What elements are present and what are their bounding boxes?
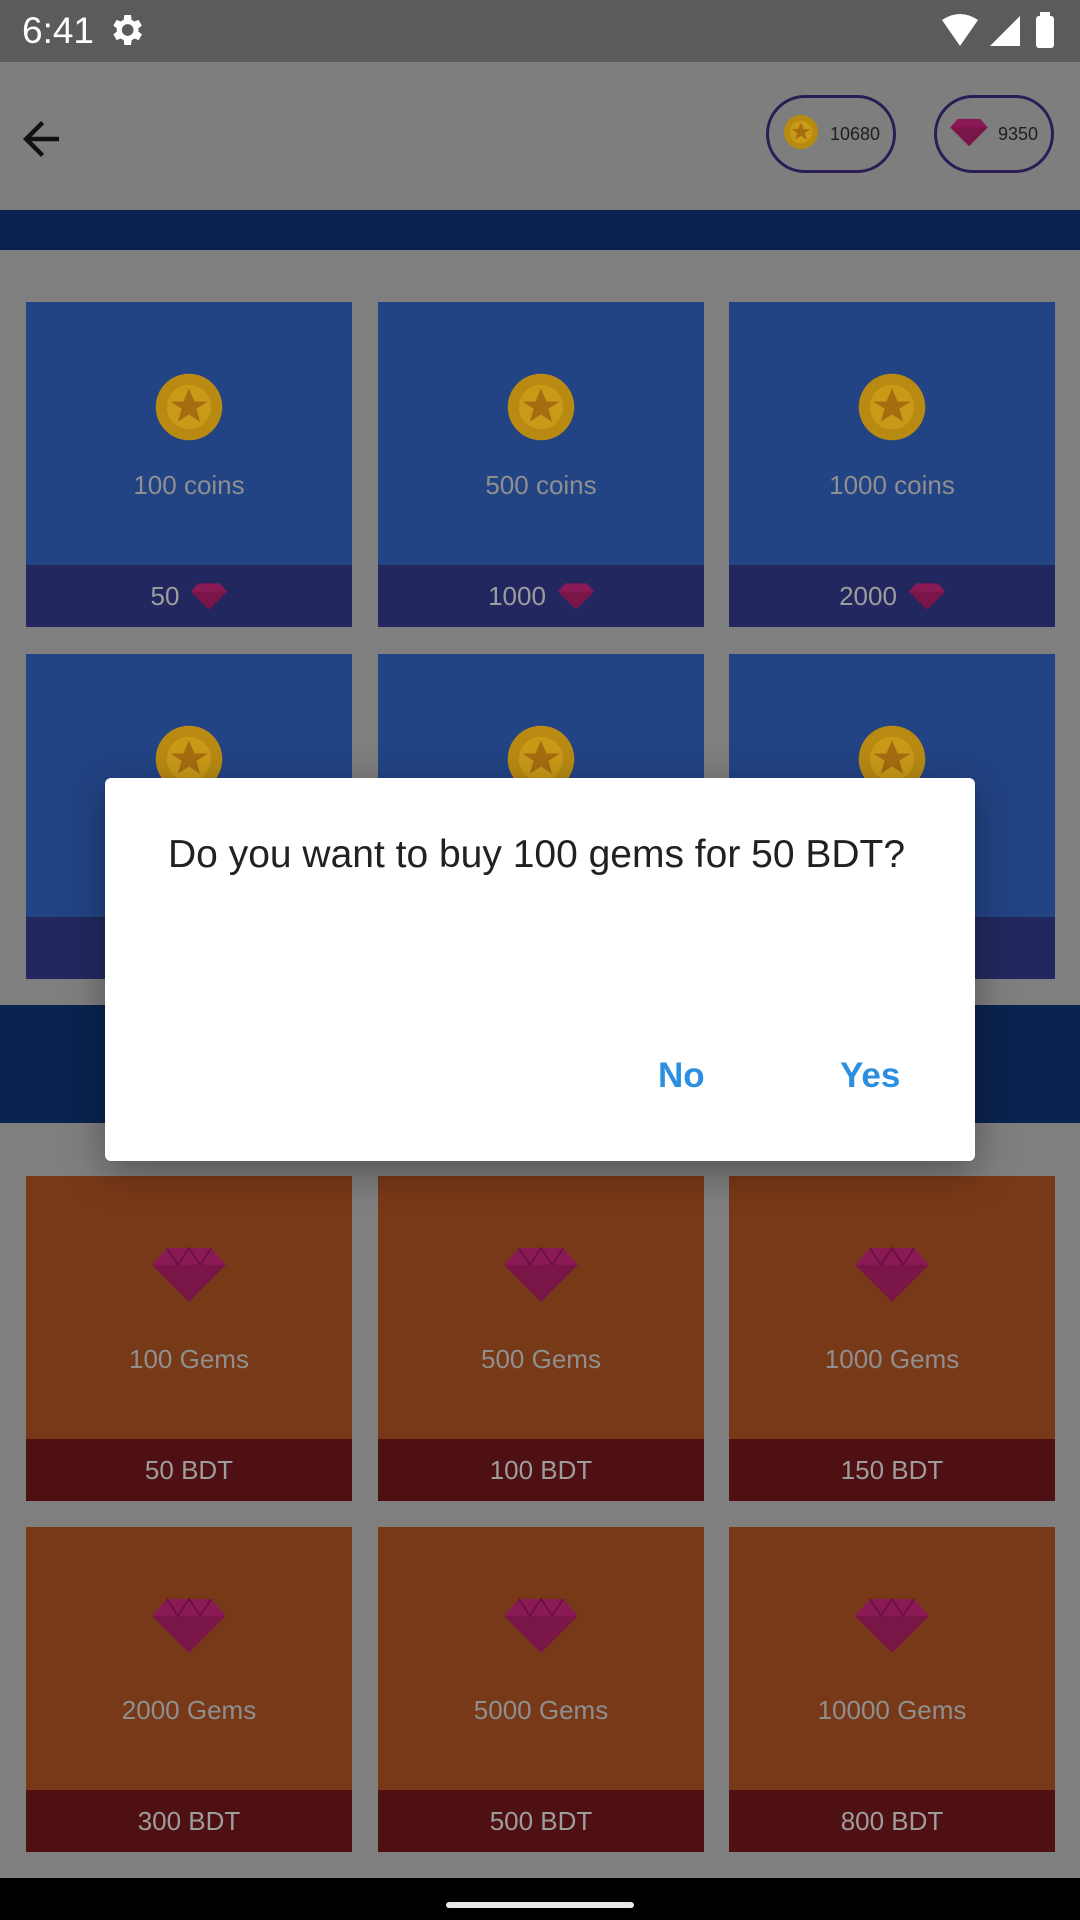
gem-icon (855, 1246, 929, 1302)
gem-pack-card[interactable]: 500 Gems 100 BDT (378, 1176, 704, 1501)
gem-icon (152, 1597, 226, 1653)
gem-icon (504, 1597, 578, 1653)
coin-pack-card[interactable]: 500 coins 1000 (378, 302, 704, 627)
gem-pack-name: 2000 Gems (121, 1695, 257, 1725)
gem-icon (950, 117, 988, 152)
app-bar (0, 62, 1080, 210)
settings-gear-icon (106, 10, 146, 55)
gem-pack-name: 10000 Gems (817, 1695, 967, 1725)
coin-icon (507, 373, 575, 441)
gems-balance: 9350 (997, 123, 1039, 144)
yes-button[interactable]: Yes (840, 1056, 900, 1096)
status-time: 6:41 (22, 10, 95, 51)
gem-icon (191, 583, 228, 610)
battery-icon (1036, 12, 1054, 48)
wifi-icon (942, 14, 978, 46)
navigation-bar (0, 1878, 1080, 1920)
gem-pack-card[interactable]: 10000 Gems 800 BDT (729, 1527, 1055, 1852)
coin-pack-card[interactable]: 100 coins 50 (26, 302, 352, 627)
purchase-confirm-dialog: Do you want to buy 100 gems for 50 BDT? … (105, 778, 975, 1161)
gem-pack-price: 100 BDT (378, 1439, 704, 1501)
gem-pack-card[interactable]: 5000 Gems 500 BDT (378, 1527, 704, 1852)
back-arrow-icon[interactable] (14, 112, 68, 166)
gem-pack-card[interactable]: 100 Gems 50 BDT (26, 1176, 352, 1501)
gem-pack-name: 100 Gems (129, 1344, 249, 1374)
status-bar: 6:41 (0, 0, 1080, 62)
coin-icon (782, 113, 820, 156)
coin-pack-card[interactable]: 1000 coins 2000 (729, 302, 1055, 627)
gem-pack-name: 500 Gems (481, 1344, 601, 1374)
coin-icon (858, 373, 926, 441)
system-icons (940, 12, 1058, 55)
coins-section-header (0, 210, 1080, 250)
coin-pack-price: 2000 (729, 565, 1055, 627)
coin-pack-price: 50 (26, 565, 352, 627)
gem-pack-price: 50 BDT (26, 1439, 352, 1501)
coin-pack-name: 500 coins (485, 470, 597, 500)
gem-pack-name: 5000 Gems (473, 1695, 609, 1725)
coin-icon (155, 373, 223, 441)
gem-pack-card[interactable]: 1000 Gems 150 BDT (729, 1176, 1055, 1501)
gem-pack-name: 1000 Gems (824, 1344, 960, 1374)
coins-balance-pill[interactable]: 10680 (766, 95, 896, 173)
gem-icon (557, 583, 594, 610)
gem-pack-price: 500 BDT (378, 1790, 704, 1852)
gem-pack-price: 150 BDT (729, 1439, 1055, 1501)
no-button[interactable]: No (658, 1056, 705, 1096)
dialog-message: Do you want to buy 100 gems for 50 BDT? (168, 833, 906, 876)
gem-icon (152, 1246, 226, 1302)
coin-pack-name: 1000 coins (829, 470, 955, 500)
gem-icon (908, 583, 945, 610)
home-gesture-handle[interactable] (446, 1902, 634, 1908)
gem-icon (504, 1246, 578, 1302)
gem-pack-card[interactable]: 2000 Gems 300 BDT (26, 1527, 352, 1852)
gem-pack-price: 800 BDT (729, 1790, 1055, 1852)
signal-icon (990, 16, 1020, 46)
coin-pack-name: 100 coins (133, 470, 245, 500)
gem-pack-price: 300 BDT (26, 1790, 352, 1852)
gems-balance-pill[interactable]: 9350 (934, 95, 1054, 173)
coins-balance: 10680 (829, 123, 881, 144)
gem-icon (855, 1597, 929, 1653)
coin-pack-price: 1000 (378, 565, 704, 627)
